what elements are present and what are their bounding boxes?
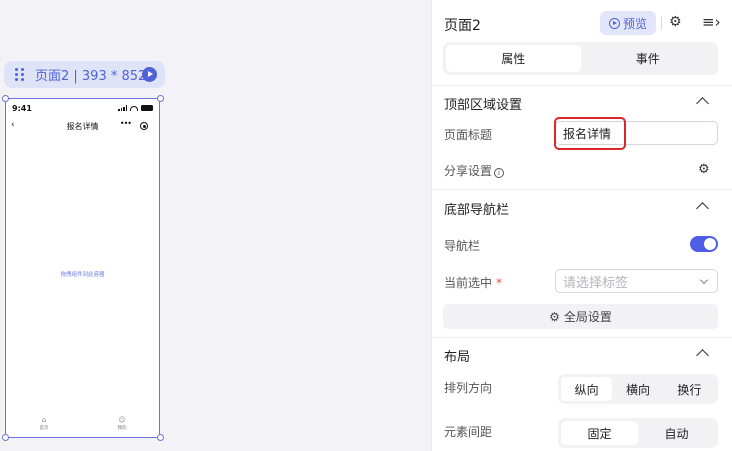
current-selected-text: 当前选中 <box>444 276 493 290</box>
tab-select[interactable]: 请选择标签 <box>555 269 718 293</box>
navbar-toggle[interactable] <box>690 236 718 252</box>
preview-button[interactable]: 预览 <box>600 11 656 35</box>
chevron-down-icon <box>699 275 709 285</box>
page-tag[interactable]: 页面2 | 393 * 852 <box>4 61 165 88</box>
collapse-panel-icon[interactable]: ≡› <box>702 13 721 31</box>
phone-tab-label: 首页 <box>39 426 49 431</box>
phone-tab-mine[interactable]: ☺ 我的 <box>112 416 132 431</box>
status-time: 9:41 <box>12 103 32 113</box>
divider <box>432 85 732 86</box>
panel-title: 页面2 <box>444 18 481 34</box>
play-icon[interactable] <box>142 67 157 82</box>
section-title-layout: 布局 <box>444 350 471 365</box>
phone-preview[interactable]: 9:41 ‹ 报名详情 ••• 拖拽组件到此容器 ⌂ 首页 ☺ 我的 <box>5 98 160 438</box>
page-tag-label: 页面2 | 393 * 852 <box>35 69 147 84</box>
tab-select-placeholder: 请选择标签 <box>563 275 629 291</box>
resize-handle[interactable] <box>157 434 164 441</box>
spacing-segmented: 固定 自动 <box>558 418 718 448</box>
gear-icon[interactable]: ⚙ <box>669 14 682 30</box>
divider <box>432 189 732 190</box>
property-panel: 页面2 预览 ⚙ ≡› 属性 事件 顶部区域设置 页面标题 报名详情 分享设置 i… <box>431 0 732 451</box>
divider <box>661 16 662 30</box>
tab-properties[interactable]: 属性 <box>446 45 581 72</box>
chevron-up-icon[interactable] <box>696 349 709 362</box>
resize-handle[interactable] <box>157 95 164 102</box>
direction-option-vertical[interactable]: 纵向 <box>561 377 613 401</box>
resize-handle[interactable] <box>2 434 9 441</box>
chevron-up-icon[interactable] <box>696 202 709 215</box>
spacing-option-fixed[interactable]: 固定 <box>561 421 638 445</box>
spacing-label: 元素间距 <box>444 425 493 439</box>
record-icon[interactable] <box>140 122 148 130</box>
panel-tabs: 属性 事件 <box>443 42 718 75</box>
share-settings-label: 分享设置 i <box>444 162 505 179</box>
info-icon[interactable]: i <box>494 168 505 178</box>
canvas-area: 页面2 | 393 * 852 9:41 ‹ 报名详情 ••• 拖拽组件到此容器… <box>0 0 428 451</box>
more-icon[interactable]: ••• <box>120 119 132 128</box>
global-settings-button[interactable]: ⚙ 全局设置 <box>443 304 718 329</box>
signal-icon <box>118 105 127 111</box>
direction-option-wrap[interactable]: 换行 <box>664 377 715 401</box>
play-circle-icon <box>608 17 620 29</box>
phone-tab-home[interactable]: ⌂ 首页 <box>34 416 54 431</box>
section-title-top: 顶部区域设置 <box>444 98 523 113</box>
direction-segmented: 纵向 横向 换行 <box>558 374 718 404</box>
battery-icon <box>141 105 153 111</box>
gear-icon: ⚙ <box>549 309 560 324</box>
current-selected-label: 当前选中 * <box>444 274 502 291</box>
spacing-option-auto[interactable]: 自动 <box>638 421 715 445</box>
drop-hint: 拖拽组件到此容器 <box>60 272 105 278</box>
gear-icon[interactable]: ⚙ <box>698 162 710 177</box>
phone-nav-title: 报名详情 <box>66 122 99 131</box>
home-icon: ⌂ <box>41 416 47 424</box>
resize-handle[interactable] <box>2 95 9 102</box>
divider <box>432 337 732 338</box>
status-bar: 9:41 <box>12 103 153 113</box>
chevron-up-icon[interactable] <box>696 97 709 110</box>
global-settings-label: 全局设置 <box>563 310 612 324</box>
phone-nav-bar: ‹ 报名详情 ••• <box>6 119 159 135</box>
phone-tab-label: 我的 <box>117 426 127 431</box>
tab-events[interactable]: 事件 <box>581 45 716 72</box>
highlight-box <box>554 117 626 150</box>
preview-label: 预览 <box>622 16 647 31</box>
navbar-label: 导航栏 <box>444 239 481 253</box>
direction-label: 排列方向 <box>444 381 493 395</box>
drag-handle-icon[interactable] <box>15 67 25 82</box>
wifi-icon <box>130 105 138 111</box>
share-settings-text: 分享设置 <box>444 164 493 178</box>
direction-option-horizontal[interactable]: 横向 <box>612 377 663 401</box>
required-mark: * <box>496 276 503 290</box>
page-title-label: 页面标题 <box>444 128 493 142</box>
user-icon: ☺ <box>118 416 126 424</box>
section-title-bottom-nav: 底部导航栏 <box>444 203 510 218</box>
